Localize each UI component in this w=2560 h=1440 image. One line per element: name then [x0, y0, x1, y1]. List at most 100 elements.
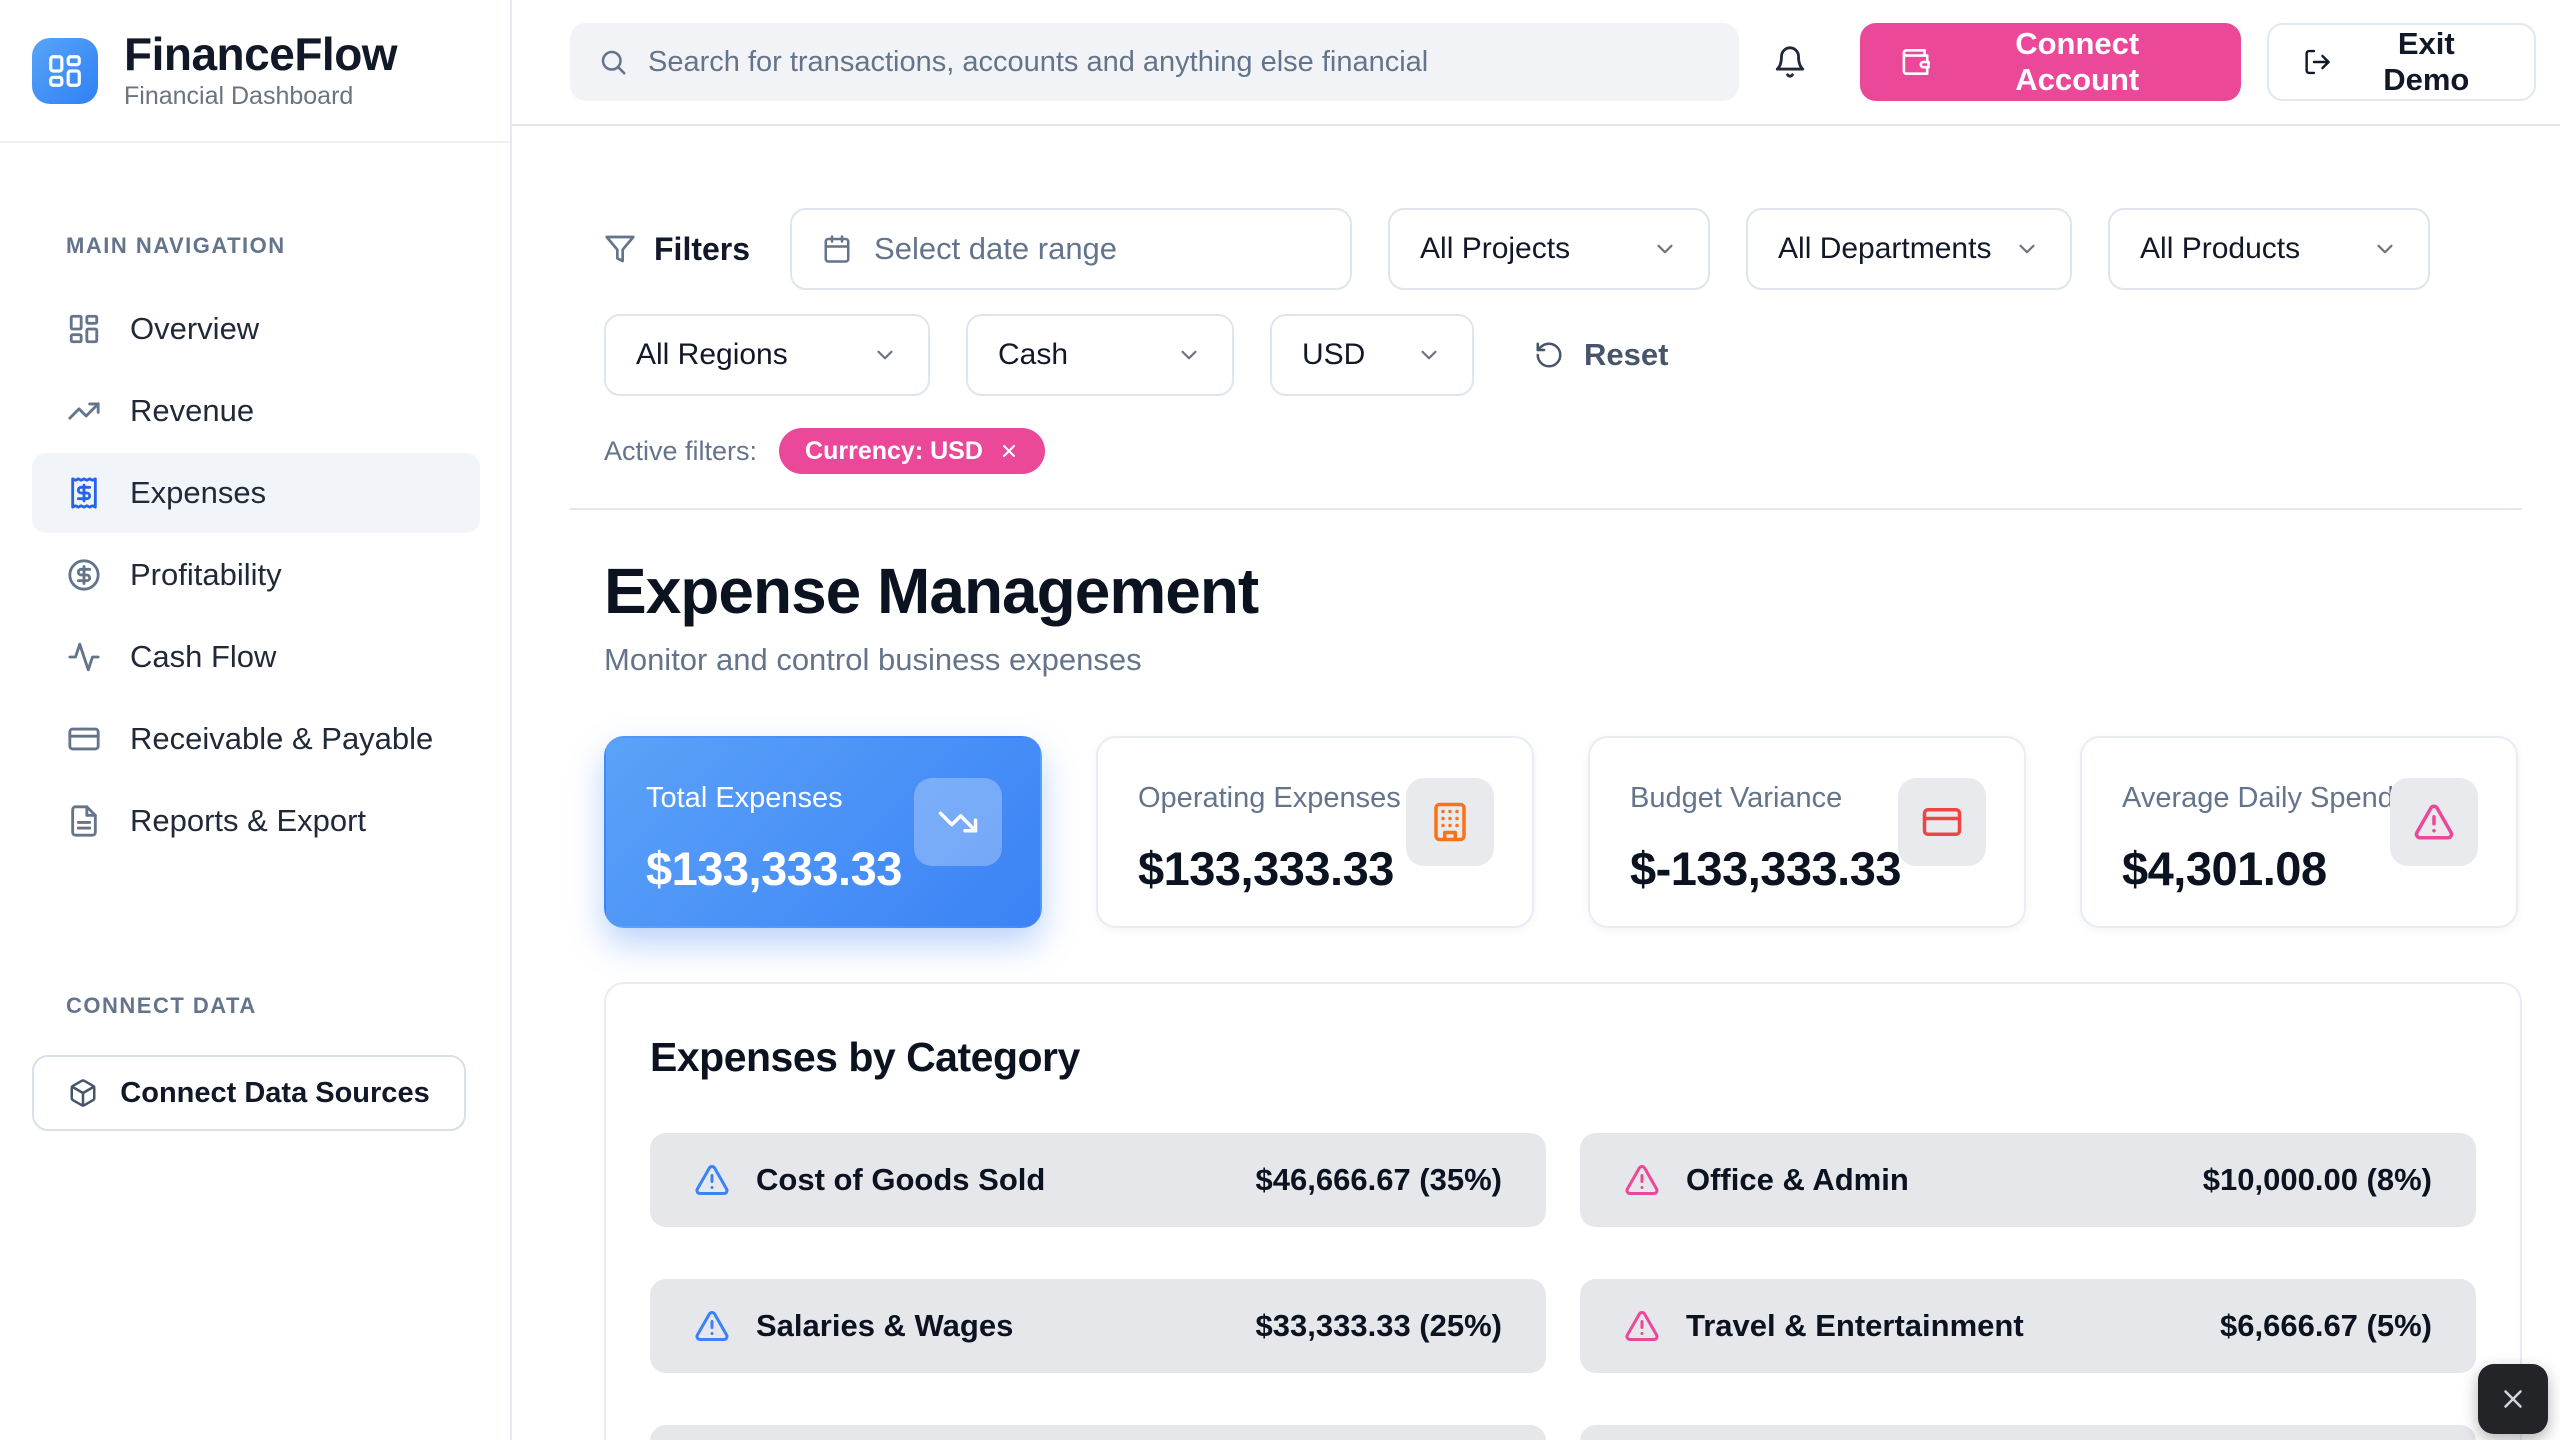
close-icon: [2498, 1384, 2528, 1414]
remove-currency-filter-button[interactable]: [999, 441, 1019, 461]
sidebar-item-cash-flow[interactable]: Cash Flow: [32, 617, 480, 697]
chevron-down-icon: [2014, 236, 2040, 262]
chevron-down-icon: [1176, 342, 1202, 368]
date-range-input[interactable]: Select date range: [790, 208, 1352, 290]
nav-section-label: MAIN NAVIGATION: [66, 233, 480, 259]
departments-select[interactable]: All Departments: [1746, 208, 2072, 290]
close-overlay-button[interactable]: [2478, 1364, 2548, 1434]
trending-down-icon: [914, 778, 1002, 866]
brand-block: FinanceFlow Financial Dashboard: [0, 0, 510, 143]
chevron-down-icon: [1416, 342, 1442, 368]
connect-data-section: CONNECT DATA Connect Data Sources: [0, 863, 510, 1131]
sidebar-item-label: Reports & Export: [130, 803, 366, 839]
category-row-marketing: Marketing $20,000.00 (15%): [650, 1425, 1546, 1440]
stat-card-operating-expenses[interactable]: Operating Expenses $133,333.33: [1096, 736, 1534, 928]
sidebar-item-overview[interactable]: Overview: [32, 289, 480, 369]
connect-account-label: Connect Account: [1953, 26, 2202, 98]
dollar-circle-icon: [66, 557, 102, 593]
chevron-down-icon: [2372, 236, 2398, 262]
connect-data-sources-label: Connect Data Sources: [120, 1077, 429, 1110]
category-row-salaries-wages: Salaries & Wages $33,333.33 (25%): [650, 1279, 1546, 1373]
content: Filters Select date range All Projects A…: [512, 126, 2560, 1440]
chevron-down-icon: [1652, 236, 1678, 262]
regions-select-value: All Regions: [636, 338, 788, 372]
alert-triangle-icon: [2390, 778, 2478, 866]
page-title: Expense Management: [604, 554, 2522, 628]
products-select[interactable]: All Products: [2108, 208, 2430, 290]
sidebar-item-expenses[interactable]: Expenses: [32, 453, 480, 533]
filters-title-label: Filters: [654, 231, 750, 268]
app-title: FinanceFlow: [124, 30, 397, 78]
sidebar-item-label: Receivable & Payable: [130, 721, 433, 757]
expenses-by-category-card: Expenses by Category Cost of Goods Sold …: [604, 982, 2522, 1440]
sidebar-item-label: Expenses: [130, 475, 266, 511]
products-select-value: All Products: [2140, 232, 2300, 266]
category-value: $33,333.33 (25%): [1256, 1308, 1502, 1344]
app-logo-icon: [32, 38, 98, 104]
bell-icon: [1773, 45, 1807, 79]
page-subtitle: Monitor and control business expenses: [604, 642, 2522, 678]
expenses-by-category-title: Expenses by Category: [650, 1034, 2476, 1081]
departments-select-value: All Departments: [1778, 232, 1991, 266]
notifications-button[interactable]: [1767, 38, 1814, 86]
connect-data-sources-button[interactable]: Connect Data Sources: [32, 1055, 466, 1131]
category-row-professional-services: Professional Services $3,333.33 (3%): [1580, 1425, 2476, 1440]
main-navigation: MAIN NAVIGATION Overview Revenue Expense…: [0, 143, 510, 863]
sidebar-item-revenue[interactable]: Revenue: [32, 371, 480, 451]
page-header: Expense Management Monitor and control b…: [604, 554, 2522, 678]
rotate-ccw-icon: [1534, 340, 1564, 370]
projects-select-value: All Projects: [1420, 232, 1570, 266]
search-icon: [598, 47, 628, 77]
receipt-icon: [66, 475, 102, 511]
category-label: Cost of Goods Sold: [756, 1162, 1045, 1198]
category-label: Office & Admin: [1686, 1162, 1909, 1198]
category-value: $10,000.00 (8%): [2203, 1162, 2432, 1198]
chevron-down-icon: [872, 342, 898, 368]
category-row-travel-entertainment: Travel & Entertainment $6,666.67 (5%): [1580, 1279, 2476, 1373]
building-icon: [1406, 778, 1494, 866]
alert-triangle-icon: [694, 1162, 730, 1198]
stat-card-budget-variance[interactable]: Budget Variance $-133,333.33: [1588, 736, 2026, 928]
stat-card-total-expenses[interactable]: Total Expenses $133,333.33: [604, 736, 1042, 928]
sidebar: FinanceFlow Financial Dashboard MAIN NAV…: [0, 0, 512, 1440]
category-row-cost-of-goods-sold: Cost of Goods Sold $46,666.67 (35%): [650, 1133, 1546, 1227]
sidebar-item-reports-export[interactable]: Reports & Export: [32, 781, 480, 861]
app-window: FinanceFlow Financial Dashboard MAIN NAV…: [0, 0, 2560, 1440]
date-range-placeholder: Select date range: [874, 231, 1117, 267]
regions-select[interactable]: All Regions: [604, 314, 930, 396]
connect-account-button[interactable]: Connect Account: [1860, 23, 2242, 101]
sidebar-item-label: Profitability: [130, 557, 282, 593]
currency-select[interactable]: USD: [1270, 314, 1474, 396]
category-value: $46,666.67 (35%): [1256, 1162, 1502, 1198]
sidebar-item-label: Revenue: [130, 393, 254, 429]
stat-cards-row: Total Expenses $133,333.33 Operating Exp…: [604, 736, 2522, 928]
currency-select-value: USD: [1302, 338, 1365, 372]
projects-select[interactable]: All Projects: [1388, 208, 1710, 290]
filter-funnel-icon: [604, 233, 636, 265]
trending-up-icon: [66, 393, 102, 429]
filters-row-1: Filters Select date range All Projects A…: [604, 208, 2522, 290]
sidebar-item-receivable-payable[interactable]: Receivable & Payable: [32, 699, 480, 779]
reset-label: Reset: [1584, 337, 1668, 373]
payment-method-select[interactable]: Cash: [966, 314, 1234, 396]
brand-text: FinanceFlow Financial Dashboard: [124, 30, 397, 111]
sidebar-item-profitability[interactable]: Profitability: [32, 535, 480, 615]
currency-filter-chip-label: Currency: USD: [805, 437, 983, 466]
sidebar-item-label: Overview: [130, 311, 259, 347]
credit-card-icon: [1898, 778, 1986, 866]
exit-demo-label: Exit Demo: [2353, 26, 2500, 98]
sidebar-item-label: Cash Flow: [130, 639, 276, 675]
category-grid: Cost of Goods Sold $46,666.67 (35%) Offi…: [650, 1133, 2476, 1440]
main-area: Connect Account Exit Demo Filters Select…: [512, 0, 2560, 1440]
stat-card-average-daily-spend[interactable]: Average Daily Spend $4,301.08: [2080, 736, 2518, 928]
topbar: Connect Account Exit Demo: [512, 0, 2560, 126]
exit-demo-button[interactable]: Exit Demo: [2267, 23, 2536, 101]
category-row-office-admin: Office & Admin $10,000.00 (8%): [1580, 1133, 2476, 1227]
credit-card-icon: [66, 721, 102, 757]
alert-triangle-icon: [1624, 1308, 1660, 1344]
search-input[interactable]: [648, 46, 1711, 79]
calendar-icon: [822, 234, 852, 264]
search-box: [570, 23, 1739, 101]
reset-filters-button[interactable]: Reset: [1534, 337, 1668, 373]
section-divider: [570, 508, 2522, 510]
